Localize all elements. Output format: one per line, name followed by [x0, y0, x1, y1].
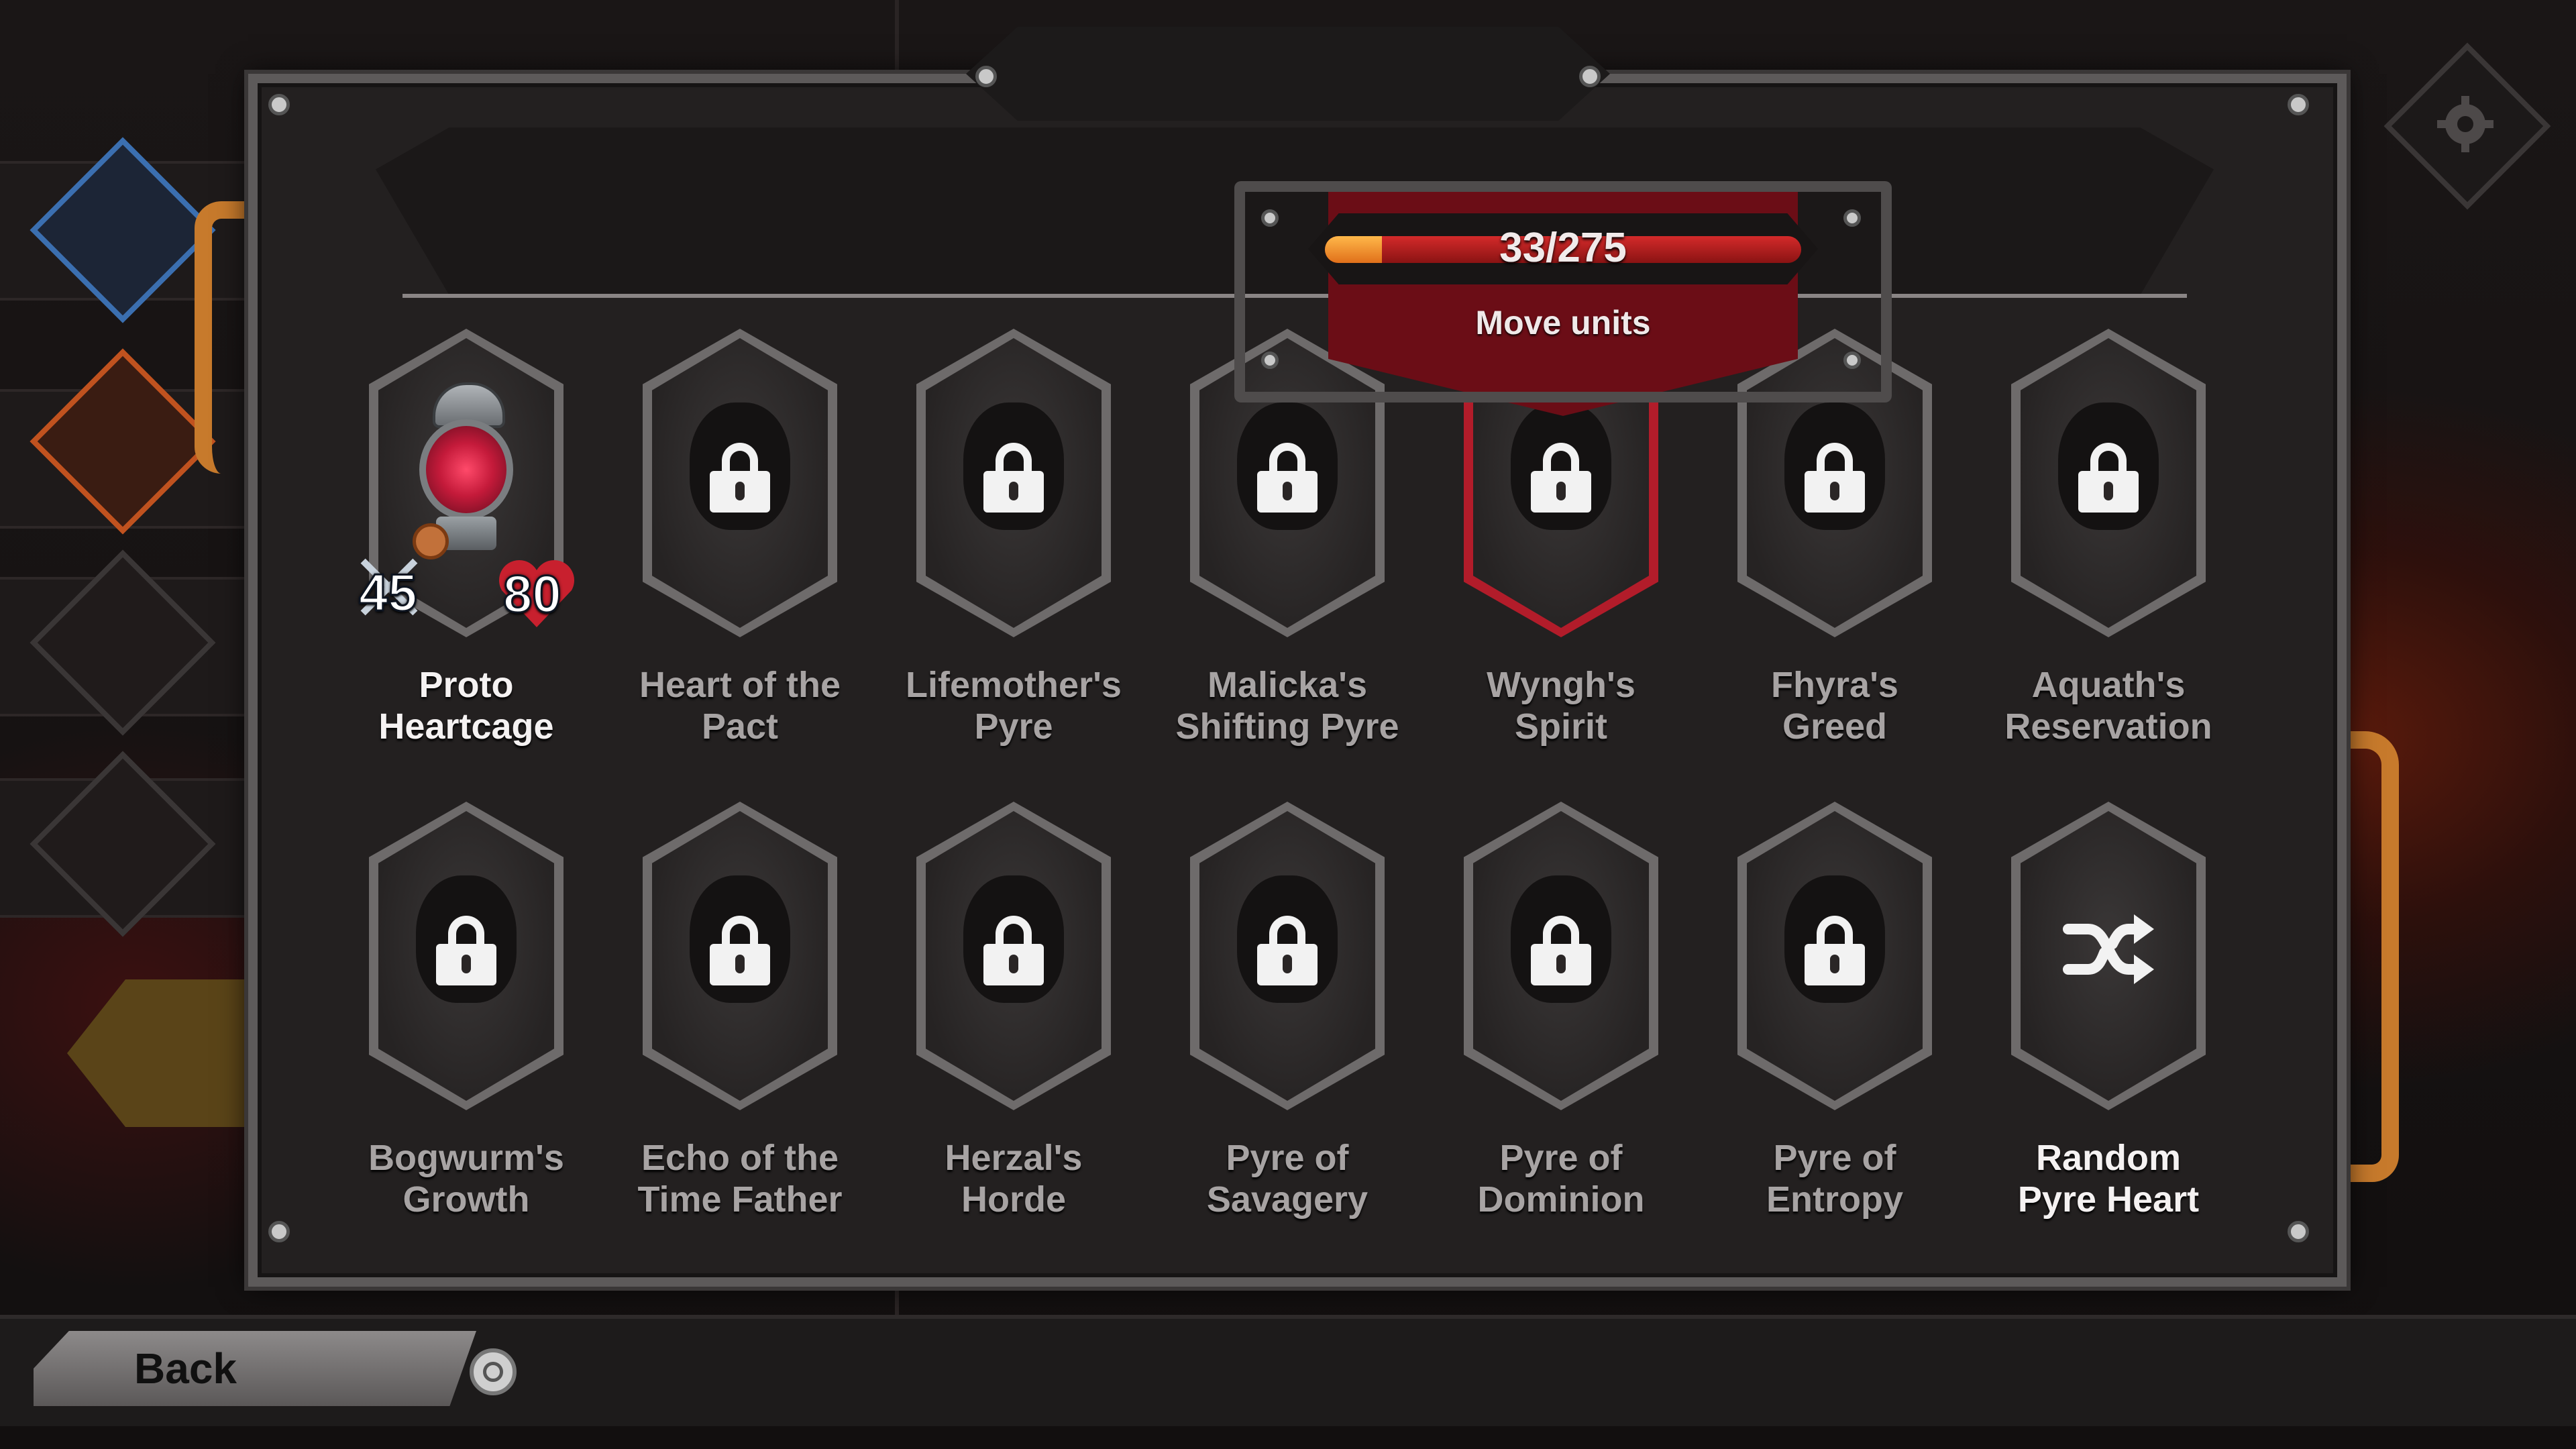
pyre-card-heart-of-the-pact[interactable]: Heart of the Pact [599, 329, 881, 771]
card-label: Echo of the Time Father [637, 1138, 843, 1220]
card-label: Pyre of Entropy [1766, 1138, 1903, 1220]
card-label: Heart of the Pact [639, 665, 841, 747]
rivet [1579, 66, 1601, 87]
lock-icon [1257, 443, 1318, 513]
pyre-card-pyre-of-savagery[interactable]: Pyre of Savagery [1146, 802, 1428, 1244]
progress-text: 33/275 [1499, 225, 1627, 271]
pyre-card-herzals-horde[interactable]: Herzal's Horde [873, 802, 1155, 1244]
panel-top-tab [966, 27, 1610, 121]
pyre-card-proto-heartcage[interactable]: 45 80 Proto Heartcage [325, 329, 607, 771]
circle-button-icon[interactable] [470, 1348, 517, 1395]
lock-icon [983, 443, 1044, 513]
card-label: Lifemother's Pyre [906, 665, 1122, 747]
lock-icon [983, 916, 1044, 985]
lock-icon [710, 443, 770, 513]
proto-heartcage-icon [413, 382, 520, 559]
rivet [1261, 352, 1279, 369]
rivet [1261, 209, 1279, 227]
gear-icon[interactable] [2432, 91, 2499, 158]
rivet [268, 94, 290, 115]
card-label: Pyre of Dominion [1477, 1138, 1645, 1220]
pyre-card-random-pyre-heart[interactable]: Random Pyre Heart [1968, 802, 2249, 1244]
lock-icon [2078, 443, 2139, 513]
card-label: Fhyra's Greed [1771, 665, 1898, 747]
pyre-card-echo-of-the-time-father[interactable]: Echo of the Time Father [599, 802, 881, 1244]
lock-icon [710, 916, 770, 985]
pyre-card-pyre-of-dominion[interactable]: Pyre of Dominion [1420, 802, 1702, 1244]
shuffle-icon [2063, 914, 2154, 984]
card-label: Pyre of Savagery [1206, 1138, 1368, 1220]
rivet [268, 1221, 290, 1242]
card-label: Bogwurm's Growth [368, 1138, 564, 1220]
pyre-card-lifemothers-pyre[interactable]: Lifemother's Pyre [873, 329, 1155, 771]
rivet [975, 66, 997, 87]
lock-icon [1257, 916, 1318, 985]
card-label: Malicka's Shifting Pyre [1175, 665, 1399, 747]
rivet [1843, 209, 1861, 227]
unlock-requirement-label: Move units [1475, 304, 1651, 341]
lock-icon [1805, 443, 1865, 513]
health-value: 80 [502, 564, 563, 625]
lock-icon [436, 916, 496, 985]
pyre-card-aquaths-reservation[interactable]: Aquath's Reservation [1968, 329, 2249, 771]
back-button-label[interactable]: Back [134, 1331, 402, 1406]
pyre-card-bogwurms-growth[interactable]: Bogwurm's Growth [325, 802, 607, 1244]
lock-icon [1805, 916, 1865, 985]
lock-icon [1531, 443, 1591, 513]
card-label: Proto Heartcage [378, 665, 554, 747]
attack-value: 45 [358, 562, 419, 623]
rivet [1843, 352, 1861, 369]
card-label: Wyngh's Spirit [1487, 665, 1635, 747]
rivet [2288, 1221, 2309, 1242]
card-label: Aquath's Reservation [2004, 665, 2212, 747]
card-label: Herzal's Horde [945, 1138, 1083, 1220]
pyre-card-pyre-of-entropy[interactable]: Pyre of Entropy [1694, 802, 1976, 1244]
card-label: Random Pyre Heart [2017, 1138, 2200, 1220]
lock-icon [1531, 916, 1591, 985]
rivet [2288, 94, 2309, 115]
